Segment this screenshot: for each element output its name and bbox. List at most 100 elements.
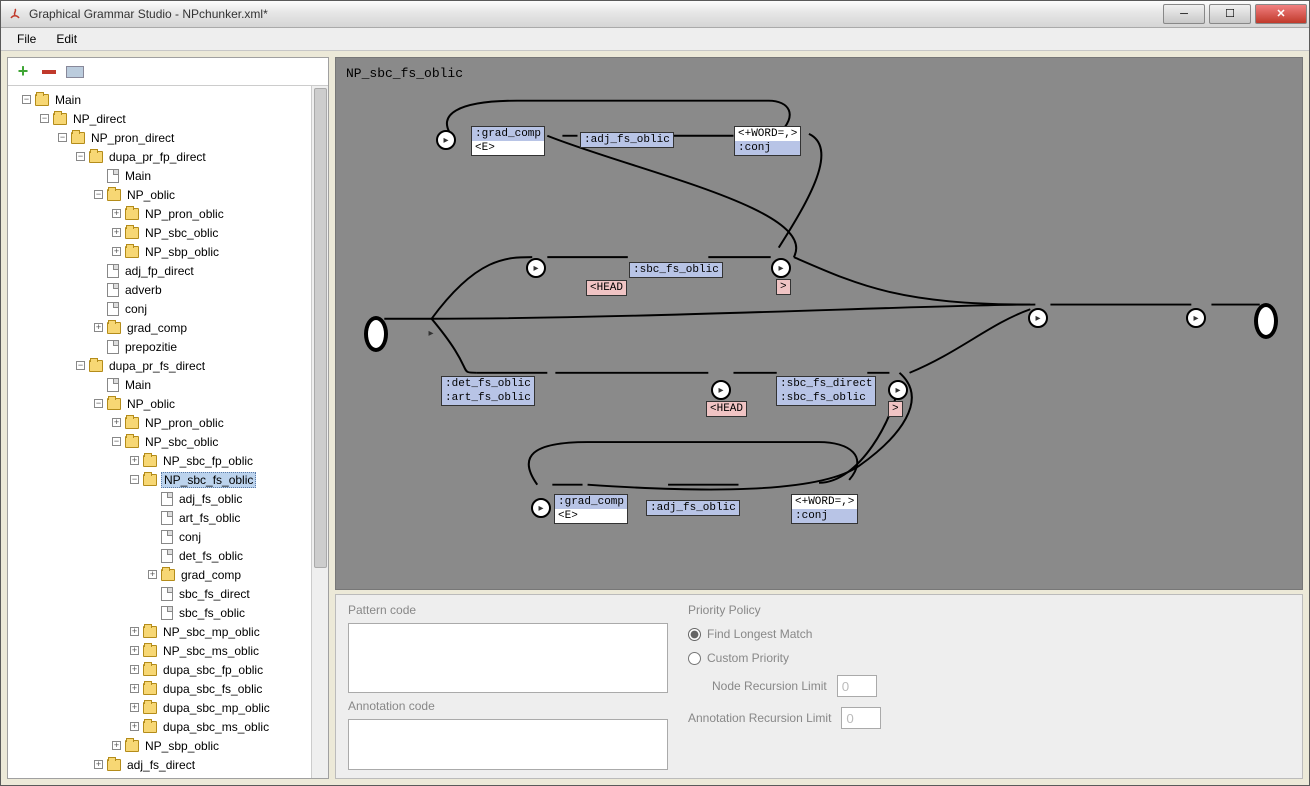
menu-edit[interactable]: Edit <box>46 30 87 48</box>
end-node[interactable] <box>1254 303 1278 339</box>
tree-item[interactable]: det_fs_oblic <box>8 546 328 565</box>
tree-item[interactable]: conj <box>8 299 328 318</box>
tree-toggle[interactable]: + <box>112 418 121 427</box>
tree-item[interactable]: +NP_sbc_fp_oblic <box>8 451 328 470</box>
tree-item[interactable]: −Main <box>8 90 328 109</box>
word-top-node[interactable]: <+WORD=,> :conj <box>734 126 801 156</box>
tree-toggle[interactable]: + <box>112 228 121 237</box>
tree-item[interactable]: +NP_sbc_ms_oblic <box>8 641 328 660</box>
tree-item[interactable]: +grad_comp <box>8 565 328 584</box>
annotation-code-input[interactable] <box>348 719 668 770</box>
grammar-tree[interactable]: −Main−NP_direct−NP_pron_direct−dupa_pr_f… <box>8 86 328 778</box>
graph-node[interactable] <box>526 258 546 278</box>
tree-item[interactable]: adverb <box>8 280 328 299</box>
tree-item[interactable]: Main <box>8 375 328 394</box>
tree-toggle[interactable]: − <box>76 152 85 161</box>
maximize-button[interactable]: ☐ <box>1209 4 1251 24</box>
sbc-mid-node[interactable]: :sbc_fs_oblic <box>629 262 723 278</box>
tree-toggle[interactable]: + <box>130 722 139 731</box>
tree-toggle[interactable]: − <box>112 437 121 446</box>
tree-item[interactable]: +adj_fs_direct <box>8 755 328 774</box>
tree-item[interactable]: prepozitie <box>8 337 328 356</box>
adj-bot-node[interactable]: :adj_fs_oblic <box>646 500 740 516</box>
graph-node[interactable] <box>771 258 791 278</box>
gt-mid-node[interactable]: > <box>776 279 791 295</box>
adj-top-node[interactable]: :adj_fs_oblic <box>580 132 674 148</box>
graph-node[interactable] <box>711 380 731 400</box>
tree-item[interactable]: adj_fp_direct <box>8 261 328 280</box>
tree-item[interactable]: +dupa_sbc_fp_oblic <box>8 660 328 679</box>
tree-item[interactable]: −dupa_pr_fp_direct <box>8 147 328 166</box>
tree-item[interactable]: sbc_fs_oblic <box>8 603 328 622</box>
graph-canvas[interactable]: NP_sbc_fs_oblic <box>335 57 1303 590</box>
tree-toggle[interactable]: + <box>130 456 139 465</box>
tree-toggle[interactable]: + <box>130 684 139 693</box>
tree-item[interactable]: −dupa_pr_fs_direct <box>8 356 328 375</box>
sbc-direct-node[interactable]: :sbc_fs_direct :sbc_fs_oblic <box>776 376 876 406</box>
longest-match-radio[interactable]: Find Longest Match <box>688 627 1290 641</box>
tree-toggle[interactable]: + <box>94 760 103 769</box>
pattern-code-input[interactable] <box>348 623 668 693</box>
graph-node[interactable] <box>436 130 456 150</box>
graph-node[interactable] <box>531 498 551 518</box>
tree-item[interactable]: +dupa_sbc_fs_oblic <box>8 679 328 698</box>
tree-toggle[interactable]: + <box>130 627 139 636</box>
tree-item[interactable]: +dupa_sbc_ms_oblic <box>8 717 328 736</box>
tree-item[interactable]: −NP_direct <box>8 109 328 128</box>
tree-item[interactable]: +NP_pron_oblic <box>8 204 328 223</box>
tree-item[interactable]: +grad_comp <box>8 318 328 337</box>
graph-node[interactable] <box>1186 308 1206 328</box>
tree-item[interactable]: +NP_sbp_oblic <box>8 736 328 755</box>
head-low-node[interactable]: <HEAD <box>706 401 747 417</box>
tree-item[interactable]: −NP_oblic <box>8 185 328 204</box>
tree-item[interactable]: +NP_pron_oblic <box>8 413 328 432</box>
tree-item[interactable]: +NP_sbc_mp_oblic <box>8 622 328 641</box>
tree-item[interactable]: adj_fs_oblic <box>8 489 328 508</box>
grad-comp-bot-node[interactable]: :grad_comp <E> <box>554 494 628 524</box>
tree-item[interactable]: sbc_fs_direct <box>8 584 328 603</box>
tree-item[interactable]: −NP_sbc_oblic <box>8 432 328 451</box>
minimize-button[interactable]: ─ <box>1163 4 1205 24</box>
tree-toggle[interactable]: + <box>112 741 121 750</box>
close-button[interactable]: ✕ <box>1255 4 1307 24</box>
det-art-node[interactable]: :det_fs_oblic :art_fs_oblic <box>441 376 535 406</box>
tree-item[interactable]: +dupa_sbc_mp_oblic <box>8 698 328 717</box>
menu-file[interactable]: File <box>7 30 46 48</box>
tree-toggle[interactable]: + <box>112 247 121 256</box>
graph-node[interactable] <box>888 380 908 400</box>
head-mid-node[interactable]: <HEAD <box>586 280 627 296</box>
word-bot-node[interactable]: <+WORD=,> :conj <box>791 494 858 524</box>
annotation-recursion-input[interactable] <box>841 707 881 729</box>
tree-toggle[interactable]: − <box>94 190 103 199</box>
custom-priority-radio[interactable]: Custom Priority <box>688 651 1290 665</box>
add-button[interactable]: + <box>14 63 32 81</box>
tree-item[interactable]: −NP_sbc_fs_oblic <box>8 470 328 489</box>
tree-toggle[interactable]: − <box>58 133 67 142</box>
tree-item[interactable]: +NP_sbc_oblic <box>8 223 328 242</box>
tree-toggle[interactable]: − <box>130 475 139 484</box>
tree-item[interactable]: −NP_pron_direct <box>8 128 328 147</box>
tree-item[interactable]: conj <box>8 527 328 546</box>
grad-comp-top-node[interactable]: :grad_comp <E> <box>471 126 545 156</box>
rename-button[interactable] <box>66 63 84 81</box>
tree-toggle[interactable]: − <box>76 361 85 370</box>
tree-item[interactable]: −NP_oblic <box>8 394 328 413</box>
node-recursion-input[interactable] <box>837 675 877 697</box>
start-node[interactable] <box>364 316 388 352</box>
tree-item[interactable]: Main <box>8 166 328 185</box>
tree-toggle[interactable]: + <box>148 570 157 579</box>
tree-toggle[interactable]: + <box>130 646 139 655</box>
tree-toggle[interactable]: + <box>112 209 121 218</box>
gt-low-node[interactable]: > <box>888 401 903 417</box>
tree-item[interactable]: +NP_sbp_oblic <box>8 242 328 261</box>
tree-toggle[interactable]: + <box>130 665 139 674</box>
tree-toggle[interactable]: − <box>40 114 49 123</box>
remove-button[interactable] <box>40 63 58 81</box>
tree-scrollbar[interactable] <box>311 86 328 778</box>
tree-toggle[interactable]: − <box>22 95 31 104</box>
graph-node[interactable] <box>1028 308 1048 328</box>
tree-toggle[interactable]: + <box>130 703 139 712</box>
tree-item[interactable]: art_fs_oblic <box>8 508 328 527</box>
tree-toggle[interactable]: + <box>94 323 103 332</box>
tree-toggle[interactable]: − <box>94 399 103 408</box>
